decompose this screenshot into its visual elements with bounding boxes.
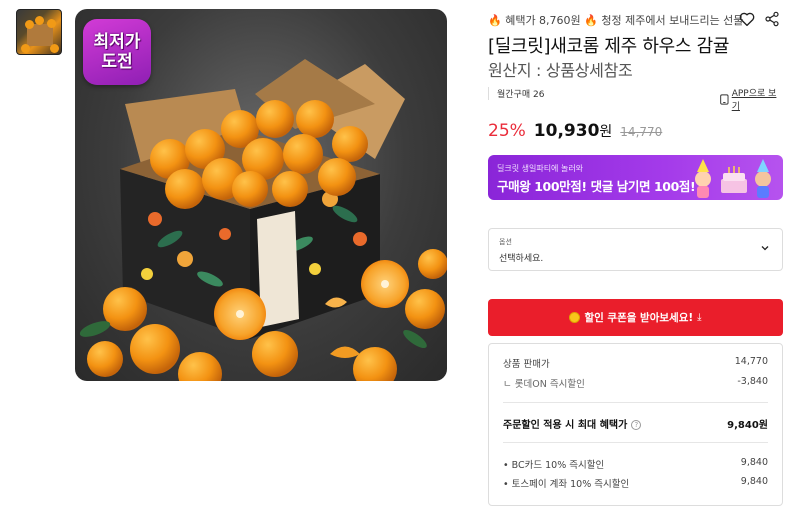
- heart-icon[interactable]: [738, 10, 756, 28]
- lowest-price-badge: 최저가 도전: [83, 19, 151, 85]
- breakdown-label: 상품 판매가: [503, 359, 550, 370]
- card-discount-value: 9,840: [740, 476, 768, 487]
- card-discount-row: • 토스페이 계좌 10% 즉시할인 9,840: [503, 476, 768, 490]
- max-benefit-value: 9,840원: [727, 420, 768, 431]
- max-benefit-row: 주문할인 적용 시 최대 혜택가? 9,840원: [503, 416, 768, 431]
- breakdown-value: -3,840: [737, 376, 768, 387]
- share-icon[interactable]: [764, 11, 780, 27]
- won-unit: 원: [599, 124, 613, 140]
- sale-price: 10,930원: [534, 121, 613, 141]
- price-breakdown: 상품 판매가 14,770 ㄴ 롯데ON 즉시할인 -3,840 주문할인 적용…: [488, 343, 783, 506]
- price-row: 25% 10,930원 14,770: [488, 121, 662, 141]
- banner-subtitle: 딜크릿 생일파티에 놀러와: [497, 164, 584, 173]
- card-discount-row: • BC카드 10% 즉시할인 9,840: [503, 457, 768, 471]
- event-banner[interactable]: 딜크릿 생일파티에 놀러와 구매왕 100만점! 댓글 남기면 100점!: [488, 155, 783, 200]
- party-characters-illustration: [695, 159, 771, 198]
- thumbnail-orange: [21, 44, 30, 53]
- discount-percent: 25%: [488, 121, 526, 141]
- option-placeholder: 선택하세요.: [499, 254, 544, 264]
- thumbnail-orange: [25, 20, 34, 29]
- sale-price-value: 10,930: [533, 121, 600, 141]
- monthly-purchase-count: 월간구매 26: [488, 87, 544, 100]
- benefit-price-text: 혜택가 8,760원: [505, 14, 581, 27]
- chevron-down-icon: [761, 246, 769, 251]
- divider: [503, 402, 768, 403]
- thumbnail-orange: [50, 44, 59, 53]
- benefit-line: 🔥 혜택가 8,760원 🔥 청정 제주에서 보내드리는 선물: [488, 12, 743, 28]
- divider: [503, 442, 768, 443]
- card-discount-label: • 토스페이 계좌 10% 즉시할인: [503, 479, 630, 490]
- badge-line1: 최저가: [93, 32, 141, 52]
- coupon-download-button[interactable]: 할인 쿠폰을 받아보세요! ⤓: [488, 299, 783, 336]
- thumbnail-image[interactable]: [16, 9, 62, 55]
- app-view-link[interactable]: APP으로 보기: [720, 86, 783, 112]
- mobile-phone-icon: [720, 93, 729, 105]
- option-label: 옵션: [499, 238, 512, 246]
- fire-icon: 🔥: [488, 14, 502, 27]
- card-discount-value: 9,840: [740, 457, 768, 468]
- fire-icon: 🔥: [584, 14, 598, 27]
- thumbnail-orange: [35, 16, 44, 25]
- breakdown-row: ㄴ 롯데ON 즉시할인 -3,840: [503, 376, 768, 390]
- thumbnail-orange: [47, 19, 56, 28]
- main-product-image[interactable]: 최저가 도전: [75, 9, 447, 381]
- option-select[interactable]: 옵션 선택하세요.: [488, 228, 783, 271]
- max-benefit-label: 주문할인 적용 시 최대 혜택가: [503, 420, 628, 431]
- original-price: 14,770: [620, 125, 663, 139]
- breakdown-row: 상품 판매가 14,770: [503, 356, 768, 370]
- app-view-link-label: APP으로 보기: [731, 89, 777, 112]
- card-discount-label: • BC카드 10% 즉시할인: [503, 460, 605, 471]
- tagline-text: 청정 제주에서 보내드리는 선물: [601, 14, 744, 27]
- download-icon: ⤓: [697, 312, 702, 323]
- banner-title: 구매왕 100만점! 댓글 남기면 100점!: [497, 179, 696, 194]
- coin-icon: [569, 312, 581, 323]
- product-title: [딜크릿]새코롬 제주 하우스 감귤: [488, 36, 730, 57]
- breakdown-label: ㄴ 롯데ON 즉시할인: [503, 379, 585, 390]
- product-origin: 원산지 : 상품상세참조: [488, 61, 633, 80]
- badge-line2: 도전: [101, 52, 133, 72]
- breakdown-value: 14,770: [734, 356, 768, 367]
- coupon-label: 할인 쿠폰을 받아보세요!: [584, 312, 694, 324]
- info-icon[interactable]: ?: [631, 420, 642, 430]
